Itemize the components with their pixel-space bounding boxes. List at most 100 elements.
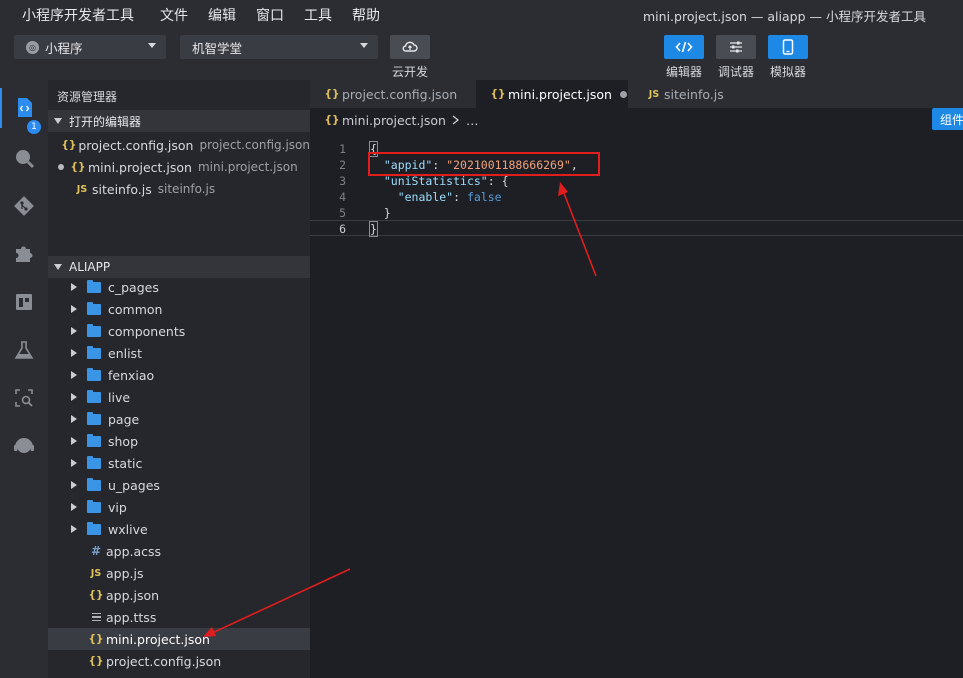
tab-label: mini.project.json <box>508 86 612 102</box>
chevron-down-icon <box>360 43 368 48</box>
debugger-toggle-button[interactable] <box>716 35 756 59</box>
open-editors-header[interactable]: 打开的编辑器 <box>48 110 310 132</box>
folder-item[interactable]: common <box>48 298 310 320</box>
phone-icon <box>782 39 794 55</box>
close-brace: } <box>369 221 378 237</box>
open-editor-name: siteinfo.js <box>92 181 152 197</box>
activity-bar: 1 <box>0 80 48 678</box>
folder-item[interactable]: vip <box>48 496 310 518</box>
code-line-3: "uniStatistics": { <box>383 174 509 188</box>
activity-test[interactable] <box>0 330 48 370</box>
flask-icon <box>14 341 34 359</box>
app-menu[interactable]: 小程序开发者工具 <box>0 5 150 25</box>
project-type-select[interactable]: ◎ 小程序 <box>14 35 166 59</box>
chevron-down-icon <box>54 264 62 270</box>
file-item[interactable]: {} app.json <box>48 584 310 606</box>
json-file-icon: {} <box>88 633 104 645</box>
folder-item[interactable]: static <box>48 452 310 474</box>
json-file-icon: {} <box>88 589 104 601</box>
component-button[interactable]: 组件 <box>932 108 963 130</box>
menu-edit[interactable]: 编辑 <box>198 5 246 25</box>
chevron-right-icon <box>71 503 77 511</box>
unsaved-dot-icon[interactable] <box>619 90 627 98</box>
breadcrumb-more[interactable]: … <box>466 113 479 128</box>
open-editor-item[interactable]: {} project.config.json project.config.js… <box>48 134 310 156</box>
tab-project-config[interactable]: {} project.config.json <box>310 80 476 108</box>
line-number: 4 <box>339 190 346 204</box>
folder-item[interactable]: wxlive <box>48 518 310 540</box>
editor-toggle-button[interactable] <box>664 35 704 59</box>
project-select[interactable]: 机智学堂 <box>180 35 378 59</box>
folder-item[interactable]: c_pages <box>48 276 310 298</box>
simulator-label: 模拟器 <box>770 65 807 79</box>
css-file-icon: # <box>90 544 102 558</box>
breadcrumb: {} mini.project.json … <box>310 108 963 132</box>
tab-mini-project[interactable]: {} mini.project.json <box>476 80 628 108</box>
activity-git[interactable] <box>0 186 48 226</box>
folder-item[interactable]: live <box>48 386 310 408</box>
project-header[interactable]: ALIAPP <box>48 256 310 278</box>
chevron-right-icon <box>71 327 77 335</box>
folder-icon <box>87 499 101 513</box>
json-file-icon: {} <box>70 161 86 173</box>
file-name: app.acss <box>106 543 162 559</box>
chevron-right-icon <box>71 481 77 489</box>
explorer-badge: 1 <box>27 120 41 134</box>
activity-explorer[interactable]: 1 <box>0 88 48 134</box>
activity-inspect[interactable] <box>0 378 48 418</box>
code-line-6: } <box>369 221 378 237</box>
menu-bar: 小程序开发者工具 文件 编辑 窗口 工具 帮助 mini.project.jso… <box>0 0 963 30</box>
code-icon <box>675 41 693 53</box>
explorer-title: 资源管理器 <box>57 90 118 104</box>
breadcrumb-file[interactable]: mini.project.json <box>342 113 446 128</box>
folder-name: fenxiao <box>108 367 155 383</box>
file-item[interactable]: {} project.config.json <box>48 650 310 672</box>
file-item-selected[interactable]: {} mini.project.json <box>48 628 310 650</box>
menu-help[interactable]: 帮助 <box>342 5 390 25</box>
code-editor[interactable]: 1 2 3 4 5 6 { "appid": "2021001188666269… <box>310 132 963 678</box>
folder-icon <box>87 367 101 381</box>
menu-file[interactable]: 文件 <box>150 5 198 25</box>
folder-item[interactable]: enlist <box>48 342 310 364</box>
line-number: 3 <box>339 174 346 188</box>
file-name: project.config.json <box>106 653 222 669</box>
folder-item[interactable]: components <box>48 320 310 342</box>
file-item[interactable]: app.ttss <box>48 606 310 628</box>
folder-name: page <box>108 411 140 427</box>
folder-item[interactable]: shop <box>48 430 310 452</box>
folder-item[interactable]: fenxiao <box>48 364 310 386</box>
chevron-right-icon <box>71 525 77 533</box>
open-editor-item[interactable]: {} mini.project.json mini.project.json <box>48 156 310 178</box>
git-icon <box>14 196 34 216</box>
folder-item[interactable]: page <box>48 408 310 430</box>
menu-window[interactable]: 窗口 <box>246 5 294 25</box>
activity-pages[interactable] <box>0 282 48 322</box>
chevron-down-icon <box>148 43 156 48</box>
folder-icon <box>87 301 101 315</box>
folder-icon <box>87 279 101 293</box>
menu-tools[interactable]: 工具 <box>294 5 342 25</box>
folder-icon <box>87 389 101 403</box>
folder-name: vip <box>108 499 127 515</box>
activity-support[interactable] <box>0 426 48 466</box>
folder-icon <box>87 433 101 447</box>
file-name: app.json <box>106 587 160 603</box>
activity-extensions[interactable] <box>0 234 48 274</box>
open-editor-path: siteinfo.js <box>157 182 216 196</box>
open-editor-item[interactable]: JS siteinfo.js siteinfo.js <box>48 178 310 200</box>
activity-search[interactable] <box>0 138 48 178</box>
tab-siteinfo[interactable]: JS siteinfo.js <box>628 80 738 108</box>
layout-icon <box>16 294 32 310</box>
chevron-right-icon <box>71 349 77 357</box>
file-name: app.ttss <box>106 609 157 625</box>
folder-icon <box>87 455 101 469</box>
folder-icon <box>87 345 101 359</box>
folder-icon <box>87 521 101 535</box>
line-number: 5 <box>339 206 346 220</box>
simulator-toggle-button[interactable] <box>768 35 808 59</box>
chevron-right-icon <box>71 305 77 313</box>
file-item[interactable]: JS app.js <box>48 562 310 584</box>
file-item[interactable]: # app.acss <box>48 540 310 562</box>
cloud-dev-button[interactable] <box>390 35 430 59</box>
folder-item[interactable]: u_pages <box>48 474 310 496</box>
